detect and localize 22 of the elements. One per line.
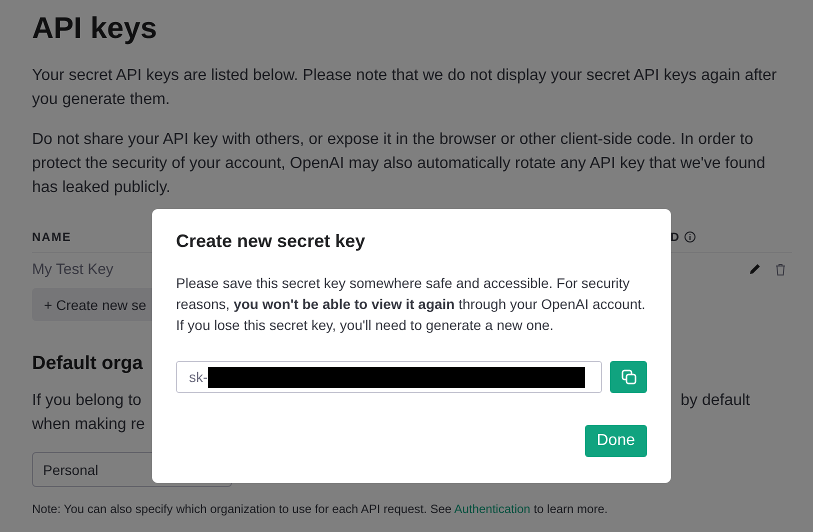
dialog-message: Please save this secret key somewhere safe and accessible. For security reasons, you won't be able to view it again through your OpenAI account. If you lose this secret key, you'll need to generate a new one. — [176, 274, 646, 335]
page-title: API keys — [32, 12, 158, 46]
description-text: by default — [680, 391, 750, 411]
description-text: If you belong to — [32, 391, 142, 411]
description-text: Your secret API keys are listed below. Please note that we do not display your secret API keys again after you generate them. — [32, 66, 778, 110]
dialog-title: Create new secret key — [176, 231, 366, 252]
column-header: NAME — [32, 230, 72, 244]
copy-icon — [620, 369, 637, 385]
authentication-link[interactable]: Authentication — [454, 502, 530, 516]
pencil-icon[interactable] — [749, 263, 761, 275]
done-button[interactable]: Done — [584, 425, 647, 457]
description-text: when making re — [32, 415, 145, 435]
note-text: Note: You can also specify which organization to use for each API request. See Authentication to learn more. — [32, 502, 609, 516]
trash-icon[interactable] — [775, 263, 786, 276]
description-text: Do not share your API key with others, or expose it in the browser or other client-side code. In order to protect the security of your account, OpenAI may also automatically rotate any API key that we've found has leaked publicly. — [32, 130, 766, 198]
copy-button[interactable] — [610, 361, 647, 393]
section-heading: Default orga — [32, 353, 144, 375]
column-header: D — [670, 230, 680, 244]
secret-key-field[interactable]: sk- — [176, 361, 602, 393]
key-name: My Test Key — [32, 261, 114, 278]
info-icon — [684, 231, 696, 243]
create-key-button[interactable]: + Create new se — [32, 288, 152, 321]
